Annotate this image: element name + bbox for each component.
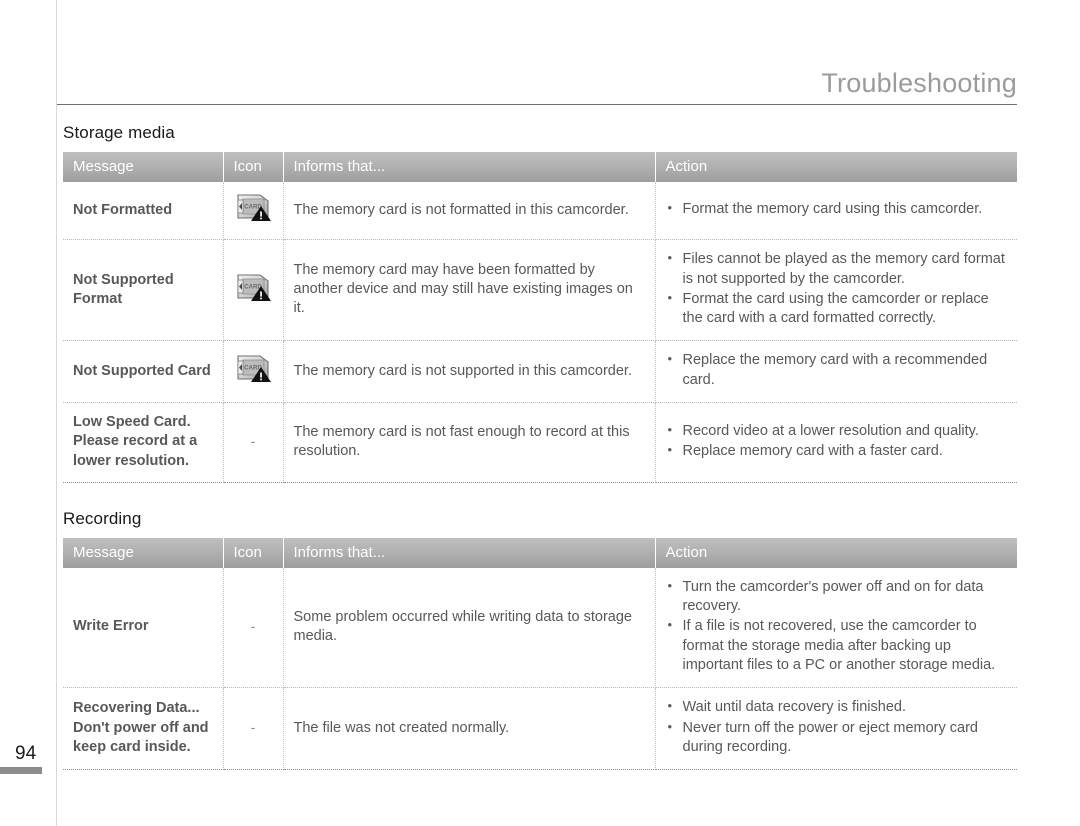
section-1: Storage media Message Icon Informs that... A… (63, 123, 1017, 483)
cell-informs: The memory card is not fast enough to re… (283, 402, 656, 483)
table-row: Not Formatted CARD The memory card is not … (63, 182, 1017, 241)
table-row: Not Supported Card CARD The memory card is… (63, 340, 1017, 403)
cell-action: Files cannot be played as the memory car… (655, 239, 1017, 342)
cell-action: Replace the memory card with a recommend… (655, 340, 1017, 403)
cell-message: Low Speed Card. Please record at a lower… (63, 402, 224, 483)
section-2: Recording Message Icon Informs that... Actio… (63, 508, 1017, 771)
icon-placeholder-dash: - (250, 432, 256, 449)
action-item: Record video at a lower resolution and q… (666, 421, 1008, 441)
cell-message: Recovering Data... Don't power off and k… (63, 687, 224, 771)
action-list: Wait until data recovery is finished.Nev… (666, 697, 1008, 758)
column-header-icon: Icon (223, 152, 284, 182)
cell-informs: The file was not created normally. (283, 687, 656, 771)
table-header-row: Message Icon Informs that... Action (63, 537, 1017, 568)
action-item: If a file is not recovered, use the camc… (666, 616, 1008, 675)
running-head-title: Troubleshooting (821, 68, 1017, 98)
table-header-row: Message Icon Informs that... Action (63, 152, 1017, 182)
column-header-informs: Informs that... (283, 152, 656, 182)
message-table: Message Icon Informs that... Action Write Er… (63, 537, 1017, 771)
memory-card-warning-icon: CARD (234, 272, 274, 302)
column-header-informs: Informs that... (283, 537, 656, 568)
cell-icon: - (223, 402, 284, 483)
page-number: 94 (15, 743, 37, 764)
cell-informs: The memory card is not supported in this… (283, 340, 656, 403)
message-table: Message Icon Informs that... Action Not Form… (63, 152, 1017, 483)
icon-placeholder-dash: - (250, 617, 256, 634)
action-item: Files cannot be played as the memory car… (666, 249, 1008, 289)
table-row: Low Speed Card. Please record at a lower… (63, 402, 1017, 483)
cell-icon: CARD (223, 340, 284, 403)
column-header-action: Action (655, 152, 1017, 182)
cell-action: Turn the camcorder's power off and on fo… (655, 567, 1017, 689)
action-list: Record video at a lower resolution and q… (666, 421, 1008, 462)
table-row: Write Error - Some problem occurred while … (63, 567, 1017, 689)
action-item: Format the card using the camcorder or r… (666, 289, 1008, 329)
cell-icon: CARD (223, 239, 284, 342)
memory-card-warning-icon: CARD (234, 353, 274, 383)
column-header-message: Message (63, 537, 224, 568)
cell-action: Record video at a lower resolution and q… (655, 402, 1017, 483)
action-item: Never turn off the power or eject memory… (666, 718, 1008, 758)
action-list: Turn the camcorder's power off and on fo… (666, 577, 1008, 675)
cell-message: Not Formatted (63, 182, 224, 241)
left-margin-rule (56, 0, 57, 826)
page-number-bar (0, 767, 42, 774)
column-header-action: Action (655, 537, 1017, 568)
cell-message: Not Supported Card (63, 340, 224, 403)
icon-placeholder-dash: - (250, 719, 256, 735)
section-title: Storage media (63, 123, 175, 142)
action-item: Wait until data recovery is finished. (666, 697, 1008, 717)
table-row: Not Supported Format CARD The memory card … (63, 239, 1017, 342)
memory-card-warning-icon: CARD (234, 192, 274, 222)
cell-icon: - (223, 687, 284, 771)
section-title: Recording (63, 508, 142, 528)
cell-action: Wait until data recovery is finished.Nev… (655, 687, 1017, 771)
cell-icon: - (223, 567, 284, 689)
action-item: Turn the camcorder's power off and on fo… (666, 577, 1008, 617)
action-item: Format the memory card using this camcor… (666, 199, 1008, 219)
action-list: Replace the memory card with a recommend… (666, 350, 1008, 390)
cell-icon: CARD (223, 182, 284, 241)
action-list: Files cannot be played as the memory car… (666, 249, 1008, 329)
header-divider-rule (57, 104, 1017, 105)
cell-message: Not Supported Format (63, 239, 224, 342)
action-list: Format the memory card using this camcor… (666, 199, 1008, 219)
page-content: Storage media Message Icon Informs that... A… (63, 123, 1017, 796)
cell-informs: The memory card may have been formatted … (283, 239, 656, 342)
cell-action: Format the memory card using this camcor… (655, 182, 1017, 241)
column-header-message: Message (63, 152, 224, 182)
cell-message: Write Error (63, 567, 224, 689)
action-item: Replace memory card with a faster card. (666, 441, 1008, 461)
document-page: Troubleshooting Storage media Message Icon… (0, 0, 1080, 826)
column-header-icon: Icon (223, 537, 284, 568)
cell-informs: The memory card is not formatted in this… (283, 182, 656, 241)
cell-informs: Some problem occurred while writing data… (283, 567, 656, 689)
action-item: Replace the memory card with a recommend… (666, 350, 1008, 390)
table-row: Recovering Data... Don't power off and k… (63, 687, 1017, 771)
